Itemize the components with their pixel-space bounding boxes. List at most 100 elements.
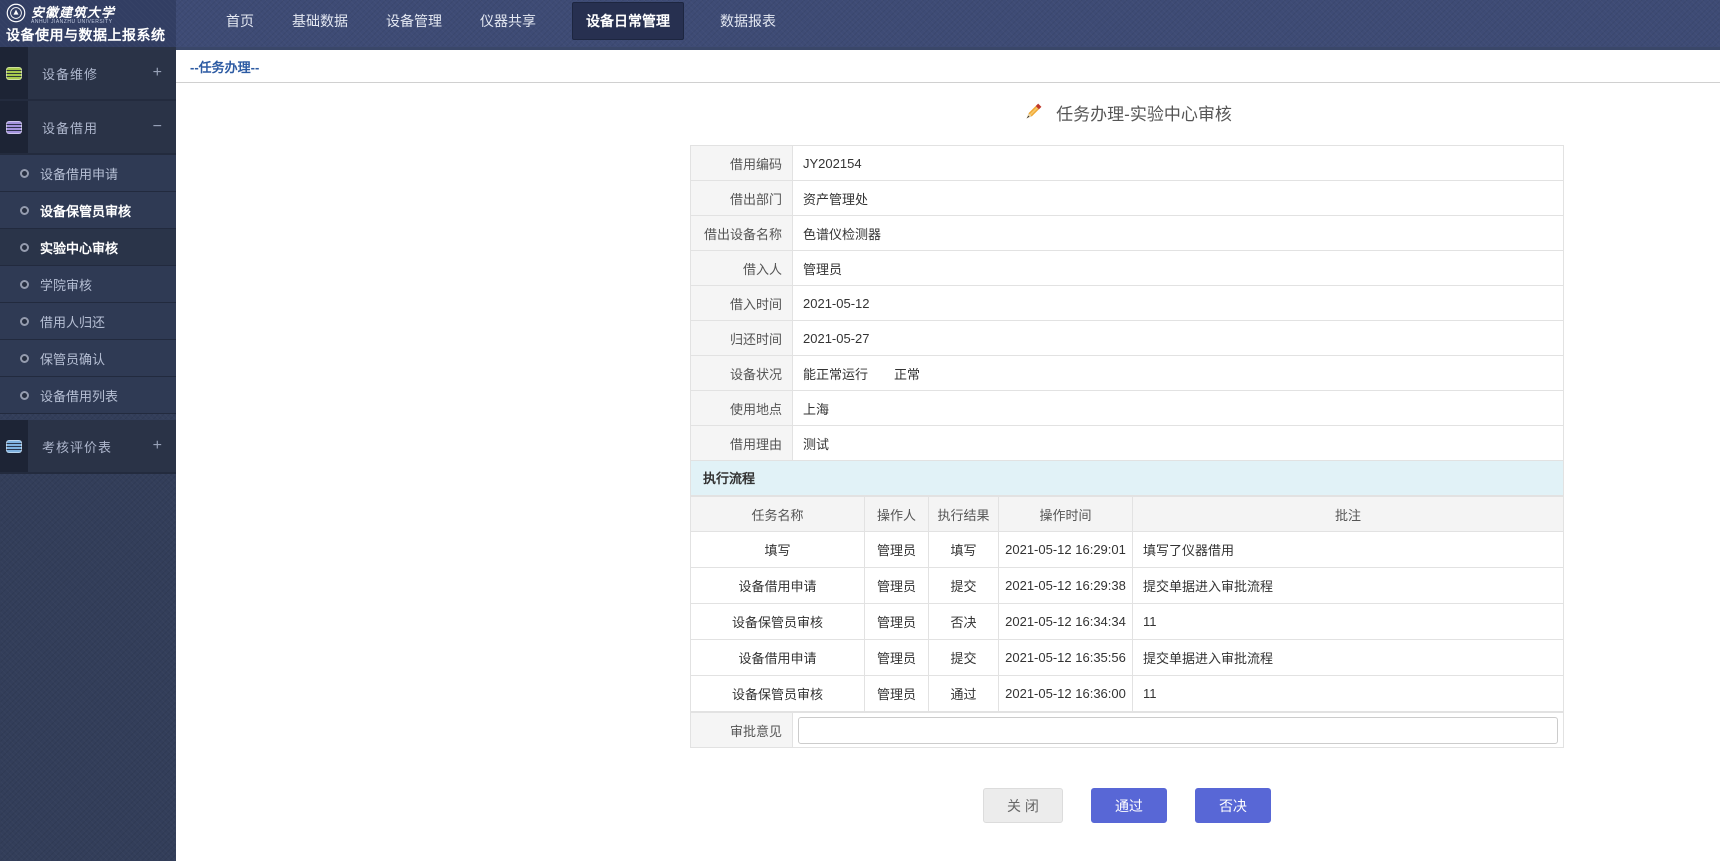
cell-operator: 管理员	[865, 532, 929, 568]
bullet-icon	[20, 391, 29, 400]
menu-blue-icon	[6, 440, 22, 453]
cell-time: 2021-05-12 16:29:01	[999, 532, 1133, 568]
borrow-info-table: 借用编码 JY202154 借出部门 资产管理处 借出设备名称 色谱仪检测器 借…	[690, 145, 1564, 461]
cell-note: 填写了仪器借用	[1133, 532, 1564, 568]
bullet-icon	[20, 354, 29, 363]
cell-note: 提交单据进入审批流程	[1133, 640, 1564, 676]
sidebar-item-label: 设备借用申请	[40, 164, 118, 183]
cell-operator: 管理员	[865, 640, 929, 676]
sidebar-group-equipment-borrow[interactable]: 设备借用 −	[0, 101, 176, 155]
sidebar-group-label: 设备维修	[28, 64, 153, 83]
cell-time: 2021-05-12 16:34:34	[999, 604, 1133, 640]
top-header: 安徽建筑大学 ANHUI JIANZHU UNIVERSITY 设备使用与数据上…	[0, 0, 1720, 47]
field-value-borrower: 管理员	[793, 251, 1564, 286]
sidebar-group-evaluation[interactable]: 考核评价表 +	[0, 420, 176, 474]
bullet-icon	[20, 280, 29, 289]
bullet-icon	[20, 206, 29, 215]
column-header: 操作时间	[999, 497, 1133, 532]
column-header: 任务名称	[691, 497, 865, 532]
column-header: 操作人	[865, 497, 929, 532]
cell-task-name: 填写	[691, 532, 865, 568]
nav-item-daily-mgmt[interactable]: 设备日常管理	[572, 2, 684, 40]
system-title: 设备使用与数据上报系统	[6, 25, 176, 45]
flow-section-header: 执行流程	[690, 461, 1564, 496]
page-title: 任务办理-实验中心审核	[1056, 100, 1232, 125]
cell-time: 2021-05-12 16:36:00	[999, 676, 1133, 712]
cell-result: 通过	[929, 676, 999, 712]
cell-time: 2021-05-12 16:35:56	[999, 640, 1133, 676]
bullet-icon	[20, 243, 29, 252]
table-row: 归还时间 2021-05-27	[691, 321, 1564, 356]
sidebar-item-label: 学院审核	[40, 275, 92, 294]
main-content: --任务办理-- 任务办理-实验中心审核 借用编码 JY202154 借出部门	[176, 47, 1720, 861]
column-header: 执行结果	[929, 497, 999, 532]
sidebar: 设备维修 + 设备借用 − 设备借用申请 设备保管员审核 实验中心审核 学院审核…	[0, 47, 176, 861]
task-form: 任务办理-实验中心审核 借用编码 JY202154 借出部门 资产管理处 借出设…	[690, 97, 1564, 823]
expand-plus-icon: +	[153, 64, 176, 82]
cell-note: 11	[1133, 676, 1564, 712]
flow-row: 设备保管员审核 管理员 否决 2021-05-12 16:34:34 11	[691, 604, 1564, 640]
reject-button[interactable]: 否决	[1195, 788, 1271, 823]
cell-result: 提交	[929, 640, 999, 676]
sidebar-item-custodian-confirm[interactable]: 保管员确认	[0, 340, 176, 377]
field-label: 借入人	[691, 251, 793, 286]
table-row: 借出设备名称 色谱仪检测器	[691, 216, 1564, 251]
menu-green-icon	[6, 67, 22, 80]
field-value-borrow-date: 2021-05-12	[793, 286, 1564, 321]
field-label: 借用理由	[691, 426, 793, 461]
sidebar-group-label: 考核评价表	[28, 437, 153, 456]
field-label: 借用编码	[691, 146, 793, 181]
table-row: 借入人 管理员	[691, 251, 1564, 286]
field-value-lend-dept: 资产管理处	[793, 181, 1564, 216]
sidebar-group-equipment-repair[interactable]: 设备维修 +	[0, 47, 176, 101]
cell-operator: 管理员	[865, 676, 929, 712]
university-name-en: ANHUI JIANZHU UNIVERSITY	[31, 19, 115, 25]
logo-block: 安徽建筑大学 ANHUI JIANZHU UNIVERSITY 设备使用与数据上…	[0, 0, 176, 47]
cell-task-name: 设备借用申请	[691, 640, 865, 676]
sidebar-item-college-review[interactable]: 学院审核	[0, 266, 176, 303]
approve-button[interactable]: 通过	[1091, 788, 1167, 823]
sidebar-item-lab-center-review[interactable]: 实验中心审核	[0, 229, 176, 266]
table-row: 设备状况 能正常运行 正常	[691, 356, 1564, 391]
sidebar-item-label: 设备保管员审核	[40, 201, 131, 220]
flow-row: 填写 管理员 填写 2021-05-12 16:29:01 填写了仪器借用	[691, 532, 1564, 568]
field-label: 借入时间	[691, 286, 793, 321]
nav-item-data-report[interactable]: 数据报表	[718, 3, 778, 39]
close-button[interactable]: 关 闭	[983, 788, 1063, 823]
field-value-device-name: 色谱仪检测器	[793, 216, 1564, 251]
flow-row: 设备借用申请 管理员 提交 2021-05-12 16:35:56 提交单据进入…	[691, 640, 1564, 676]
field-label: 审批意见	[691, 713, 793, 748]
bullet-icon	[20, 169, 29, 178]
field-value-return-date: 2021-05-27	[793, 321, 1564, 356]
top-navigation: 首页 基础数据 设备管理 仪器共享 设备日常管理 数据报表	[176, 0, 1720, 42]
sidebar-group-label: 设备借用	[28, 118, 153, 137]
cell-operator: 管理员	[865, 604, 929, 640]
table-row: 借用理由 测试	[691, 426, 1564, 461]
field-value-device-status: 能正常运行 正常	[793, 356, 1564, 391]
sidebar-item-custodian-review[interactable]: 设备保管员审核	[0, 192, 176, 229]
nav-item-instrument-share[interactable]: 仪器共享	[478, 3, 538, 39]
sidebar-item-label: 实验中心审核	[40, 238, 118, 257]
cell-result: 提交	[929, 568, 999, 604]
menu-purple-icon	[6, 121, 22, 134]
pencil-icon	[1022, 101, 1044, 123]
sidebar-item-label: 保管员确认	[40, 349, 105, 368]
nav-item-basic-data[interactable]: 基础数据	[290, 3, 350, 39]
expand-plus-icon: +	[153, 437, 176, 455]
sidebar-item-borrower-return[interactable]: 借用人归还	[0, 303, 176, 340]
nav-item-equipment-mgmt[interactable]: 设备管理	[384, 3, 444, 39]
sidebar-item-borrow-list[interactable]: 设备借用列表	[0, 377, 176, 414]
tab-strip: --任务办理--	[176, 50, 1720, 83]
table-row: 借入时间 2021-05-12	[691, 286, 1564, 321]
field-label: 使用地点	[691, 391, 793, 426]
nav-item-home[interactable]: 首页	[224, 3, 256, 39]
tab-task-handling[interactable]: --任务办理--	[190, 57, 259, 76]
action-buttons: 关 闭 通过 否决	[690, 788, 1564, 823]
approval-comment-input[interactable]	[798, 717, 1558, 744]
table-row: 使用地点 上海	[691, 391, 1564, 426]
sidebar-item-borrow-apply[interactable]: 设备借用申请	[0, 155, 176, 192]
cell-note: 11	[1133, 604, 1564, 640]
cell-time: 2021-05-12 16:29:38	[999, 568, 1133, 604]
cell-task-name: 设备保管员审核	[691, 604, 865, 640]
cell-note: 提交单据进入审批流程	[1133, 568, 1564, 604]
